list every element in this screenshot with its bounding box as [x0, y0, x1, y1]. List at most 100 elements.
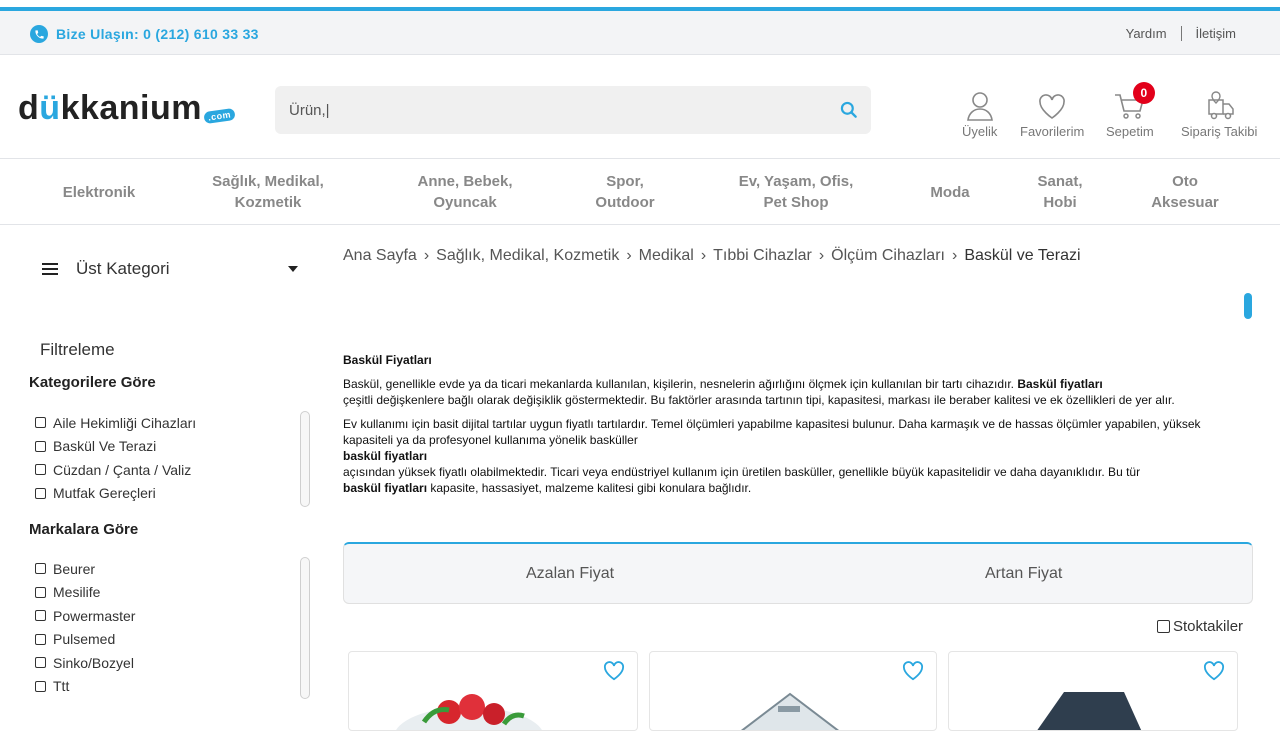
- category-item[interactable]: Ev, Yaşam, Ofis, Pet Shop: [710, 159, 882, 225]
- category-label: Moda: [930, 183, 970, 201]
- breadcrumb-link[interactable]: Sağlık, Medikal, Kozmetik: [436, 247, 619, 265]
- option-label: Baskül Ve Terazi: [53, 438, 157, 455]
- checkbox[interactable]: [35, 563, 46, 575]
- checkbox[interactable]: [35, 610, 46, 622]
- in-stock-filter[interactable]: Stoktakiler: [1157, 618, 1243, 635]
- contact-link[interactable]: İletişim: [1196, 26, 1236, 41]
- brand-list-scrollbar[interactable]: [300, 557, 310, 699]
- logo-com-badge: .com: [203, 107, 236, 125]
- checkbox[interactable]: [35, 440, 46, 452]
- category-label: Sanat,: [1037, 173, 1083, 190]
- category-item[interactable]: Sağlık, Medikal, Kozmetik: [185, 159, 351, 225]
- cart-link[interactable]: 0 Sepetim: [1106, 82, 1155, 139]
- category-label: Oto: [1172, 173, 1198, 190]
- parent-category-dropdown[interactable]: Üst Kategori: [42, 259, 298, 279]
- logo-text: kkanium: [60, 89, 203, 127]
- sort-ascending-price[interactable]: Artan Fiyat: [985, 544, 1062, 604]
- account-link[interactable]: Üyelik: [962, 90, 997, 139]
- parent-category-label: Üst Kategori: [76, 259, 170, 278]
- category-label: Sağlık, Medikal,: [212, 173, 324, 190]
- filter-sidebar: Üst Kategori Filtreleme Kategorilere Gör…: [0, 225, 320, 720]
- description-text: Ev kullanımı için basit dijital tartılar…: [343, 417, 1201, 447]
- heart-icon[interactable]: [902, 661, 924, 681]
- breadcrumb-current: Baskül ve Terazi: [964, 247, 1081, 264]
- category-filter-option[interactable]: Cüzdan / Çanta / Valiz: [35, 458, 310, 482]
- heart-icon[interactable]: [1203, 661, 1225, 681]
- category-label: Pet Shop: [763, 194, 829, 211]
- option-label: Pulsemed: [53, 631, 116, 648]
- menu-icon: [42, 263, 58, 275]
- search-input[interactable]: [289, 86, 819, 134]
- contact-phone-label: Bize Ulaşın: 0 (212) 610 33 33: [56, 26, 259, 42]
- brand-filter-option[interactable]: Beurer: [35, 557, 310, 581]
- brand-filter-option[interactable]: Ttt: [35, 675, 310, 699]
- product-image: [1037, 692, 1142, 730]
- description-text: çeşitli değişkenlere bağlı olarak değişi…: [343, 393, 1175, 407]
- category-label: Hobi: [1043, 194, 1077, 211]
- brand-filter-option[interactable]: Powermaster: [35, 604, 310, 628]
- breadcrumb-link[interactable]: Ölçüm Cihazları: [831, 247, 945, 265]
- brand-filter-option[interactable]: Mesilife: [35, 581, 310, 605]
- category-label: Elektronik: [62, 183, 136, 201]
- breadcrumb-link[interactable]: Ana Sayfa: [343, 247, 417, 265]
- checkbox[interactable]: [1157, 620, 1170, 633]
- category-list-scrollbar[interactable]: [300, 411, 310, 507]
- option-label: Cüzdan / Çanta / Valiz: [53, 461, 192, 478]
- search-icon[interactable]: [839, 100, 859, 120]
- category-item[interactable]: Oto Aksesuar: [1130, 159, 1240, 225]
- chevron-right-icon: ›: [951, 247, 958, 264]
- category-label: Ev, Yaşam, Ofis,: [738, 173, 854, 190]
- category-description: Baskül Fiyatları Baskül, genellikle evde…: [343, 352, 1243, 510]
- sort-options: Azalan Fiyat Artan Fiyat: [343, 542, 1253, 604]
- favorites-link[interactable]: Favorilerim: [1020, 90, 1084, 139]
- checkbox[interactable]: [35, 680, 46, 692]
- breadcrumb-link[interactable]: Tıbbi Cihazlar: [713, 247, 812, 265]
- category-item[interactable]: Elektronik: [40, 159, 158, 225]
- category-filter-option[interactable]: Aile Hekimliği Cihazları: [35, 411, 310, 435]
- in-stock-label: Stoktakiler: [1173, 618, 1244, 635]
- contact-phone[interactable]: Bize Ulaşın: 0 (212) 610 33 33: [30, 25, 259, 43]
- checkbox[interactable]: [35, 487, 46, 499]
- breadcrumb-link[interactable]: Medikal: [639, 247, 694, 265]
- help-link[interactable]: Yardım: [1126, 26, 1167, 41]
- description-scrollbar[interactable]: [1244, 293, 1252, 319]
- product-card[interactable]: [948, 651, 1238, 731]
- chevron-right-icon: ›: [818, 247, 825, 264]
- checkbox[interactable]: [35, 657, 46, 669]
- top-links: Yardım İletişim: [1126, 26, 1236, 41]
- brand-filter-list: Beurer Mesilife Powermaster Pulsemed Sin…: [35, 557, 310, 698]
- sort-descending-price[interactable]: Azalan Fiyat: [526, 544, 614, 604]
- category-item[interactable]: Spor, Outdoor: [565, 159, 685, 225]
- category-item[interactable]: Moda: [905, 159, 995, 225]
- product-card[interactable]: [348, 651, 638, 731]
- category-item[interactable]: Sanat, Hobi: [1015, 159, 1105, 225]
- checkbox[interactable]: [35, 417, 46, 429]
- heart-icon[interactable]: [603, 661, 625, 681]
- logo-text: ü: [39, 89, 61, 127]
- category-filter-option[interactable]: Baskül Ve Terazi: [35, 435, 310, 459]
- category-filter-option[interactable]: Mutfak Gereçleri: [35, 482, 310, 506]
- category-label: Anne, Bebek,: [417, 173, 513, 190]
- checkbox[interactable]: [35, 633, 46, 645]
- breadcrumb: Ana Sayfa › Sağlık, Medikal, Kozmetik › Me…: [343, 247, 1081, 265]
- checkbox[interactable]: [35, 586, 46, 598]
- category-label: Spor,: [606, 173, 644, 190]
- brand-filter-option[interactable]: Pulsemed: [35, 628, 310, 652]
- brand-filter-option[interactable]: Sinko/Bozyel: [35, 651, 310, 675]
- heart-icon: [1039, 94, 1065, 119]
- logo-text: d: [18, 89, 40, 127]
- account-label: Üyelik: [962, 124, 998, 139]
- description-text: kapasite, hassasiyet, malzeme kalitesi g…: [427, 481, 752, 495]
- checkbox[interactable]: [35, 464, 46, 476]
- description-bold: baskül fiyatları: [343, 449, 428, 463]
- category-item[interactable]: Anne, Bebek, Oyuncak: [390, 159, 540, 225]
- product-card[interactable]: [649, 651, 937, 731]
- order-tracking-link[interactable]: Sipariş Takibi: [1181, 90, 1257, 139]
- search-bar: [275, 86, 871, 134]
- cart-label: Sepetim: [1106, 124, 1154, 139]
- option-label: Beurer: [53, 560, 96, 577]
- cart-count-badge: 0: [1132, 82, 1155, 104]
- site-logo[interactable]: d ü kkanium .com: [18, 89, 236, 128]
- option-label: Mutfak Gereçleri: [53, 485, 156, 502]
- divider: [1180, 26, 1182, 41]
